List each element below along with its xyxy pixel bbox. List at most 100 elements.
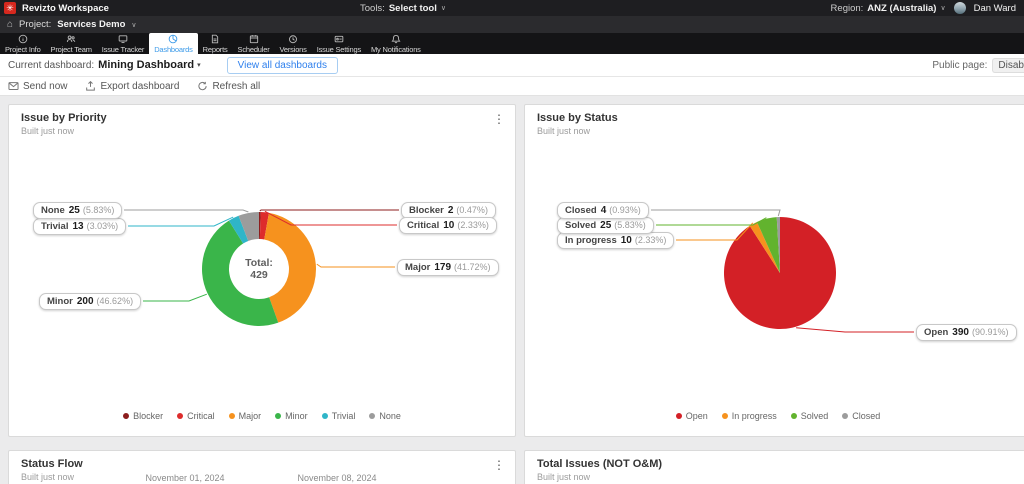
top-bar-right: Region: ANZ (Australia) ∨ Dan Ward xyxy=(831,2,1024,14)
leader-line xyxy=(651,209,781,217)
card-header: Status Flow Built just now xyxy=(21,458,83,482)
refresh-icon xyxy=(197,81,208,92)
chevron-down-icon: ∨ xyxy=(940,5,946,12)
brand-title: Revizto Workspace xyxy=(22,2,109,14)
leader-line xyxy=(316,263,395,268)
legend-dot xyxy=(675,413,682,419)
leader-line xyxy=(124,209,249,213)
priority-chart-legend: Blocker Critical Major Minor Trivial None xyxy=(9,411,515,421)
versions-icon xyxy=(288,34,298,44)
legend-label: Blocker xyxy=(133,411,164,421)
send-icon xyxy=(8,81,19,92)
x-axis-date-label: November 01, 2024 xyxy=(145,473,225,483)
toolbar-label: Refresh all xyxy=(212,80,261,92)
user-name[interactable]: Dan Ward xyxy=(974,3,1016,14)
tab-scheduler[interactable]: Scheduler xyxy=(233,33,275,54)
legend-item-in-progress[interactable]: In progress xyxy=(721,411,777,421)
tab-versions[interactable]: Versions xyxy=(275,33,312,54)
dashboard-grid: Issue by Priority Built just now ⋮ Block… xyxy=(0,96,1024,484)
team-icon xyxy=(66,34,76,44)
send-now-button[interactable]: Send now xyxy=(8,81,67,92)
tab-label: Issue Tracker xyxy=(101,44,145,54)
project-selector[interactable]: Services Demo xyxy=(57,19,125,30)
toolbar-label: Send now xyxy=(23,80,68,92)
legend-label: Closed xyxy=(852,411,881,421)
legend-label: Open xyxy=(685,411,708,421)
dashboard-toolbar: Send now Export dashboard Refresh all xyxy=(0,77,1024,96)
user-avatar[interactable] xyxy=(953,2,966,14)
legend-label: Critical xyxy=(187,411,215,421)
legend-item-none[interactable]: None xyxy=(369,411,401,421)
legend-dot xyxy=(177,413,184,419)
legend-item-critical[interactable]: Critical xyxy=(177,411,215,421)
tab-label: Scheduler xyxy=(237,44,270,54)
scheduler-icon xyxy=(249,34,259,44)
legend-item-solved[interactable]: Solved xyxy=(790,411,829,421)
card-subtitle: Built just now xyxy=(537,472,591,482)
card-header: Total Issues (NOT O&M) Built just now xyxy=(537,458,662,482)
toolbar-label: Export dashboard xyxy=(100,80,180,92)
card-issue-by-status: Issue by Status Built just now Open 390 (9… xyxy=(524,104,1024,437)
status-flow-axis-labels: November 01, 2024 November 08, 2024 xyxy=(9,451,515,484)
export-dashboard-button[interactable]: Export dashboard xyxy=(85,81,179,92)
legend-label: Trivial xyxy=(331,411,356,421)
tools-value: Select tool xyxy=(388,2,437,14)
kebab-menu-icon[interactable]: ⋮ xyxy=(489,459,509,471)
region-value: ANZ (Australia) xyxy=(867,2,937,14)
tab-reports[interactable]: Reports xyxy=(198,33,233,54)
legend-dot xyxy=(228,413,235,419)
legend-dot xyxy=(790,413,797,419)
chevron-down-icon: ∨ xyxy=(131,21,137,29)
info-icon xyxy=(18,34,28,44)
current-dashboard-selector[interactable]: Mining Dashboard xyxy=(98,59,194,71)
leader-line xyxy=(656,217,767,226)
tracker-icon xyxy=(118,34,128,44)
status-pie-chart xyxy=(651,209,914,333)
public-page-toggle[interactable]: Disab xyxy=(992,57,1024,73)
tab-issue-settings[interactable]: Issue Settings xyxy=(312,33,366,54)
tab-label: Issue Settings xyxy=(316,44,362,54)
tools-label: Tools: xyxy=(360,2,385,14)
card-title: Total Issues (NOT O&M) xyxy=(537,458,663,470)
priority-donut-chart xyxy=(124,209,399,326)
tab-label: My Notifications xyxy=(371,44,421,54)
legend-item-open[interactable]: Open xyxy=(675,411,708,421)
legend-item-blocker[interactable]: Blocker xyxy=(123,411,163,421)
leader-line xyxy=(796,327,914,333)
tab-project-info[interactable]: Project Info xyxy=(0,33,46,54)
region-selector[interactable]: Region: ANZ (Australia) ∨ xyxy=(831,3,946,14)
status-chart-legend: Open In progress Solved Closed xyxy=(525,411,1024,421)
tab-dashboards[interactable]: Dashboards xyxy=(149,33,198,54)
legend-dot xyxy=(721,413,728,419)
chevron-down-icon: ∨ xyxy=(440,5,446,12)
tab-my-notifications[interactable]: My Notifications xyxy=(366,33,426,54)
reports-icon xyxy=(210,34,220,44)
project-bar: ⌂ Project: Services Demo ∨ xyxy=(0,16,1024,33)
legend-label: Solved xyxy=(800,411,829,421)
legend-label: None xyxy=(379,411,401,421)
region-label: Region: xyxy=(830,2,864,14)
legend-dot xyxy=(123,413,130,419)
refresh-all-button[interactable]: Refresh all xyxy=(197,81,260,92)
card-issue-by-priority: Issue by Priority Built just now ⋮ Block… xyxy=(8,104,516,437)
legend-dot xyxy=(321,413,328,419)
home-icon[interactable]: ⌂ xyxy=(7,19,13,30)
legend-item-closed[interactable]: Closed xyxy=(842,411,880,421)
legend-item-minor[interactable]: Minor xyxy=(275,411,308,421)
dashboards-icon xyxy=(168,34,178,44)
card-subtitle: Built just now xyxy=(21,472,75,482)
leader-line xyxy=(259,209,399,212)
tools-selector[interactable]: Tools: Select tool ∨ xyxy=(360,3,446,14)
legend-label: In progress xyxy=(731,411,777,421)
legend-item-trivial[interactable]: Trivial xyxy=(321,411,356,421)
view-all-dashboards-button[interactable]: View all dashboards xyxy=(226,56,338,74)
legend-label: Minor xyxy=(285,411,308,421)
legend-dot xyxy=(842,413,849,419)
tab-label: Project Info xyxy=(5,44,41,54)
tab-issue-tracker[interactable]: Issue Tracker xyxy=(97,33,149,54)
public-page-control: Public page: Disab xyxy=(932,57,1024,73)
tab-label: Reports xyxy=(202,44,228,54)
leader-line xyxy=(143,293,207,302)
legend-item-major[interactable]: Major xyxy=(228,411,261,421)
tab-project-team[interactable]: Project Team xyxy=(46,33,97,54)
